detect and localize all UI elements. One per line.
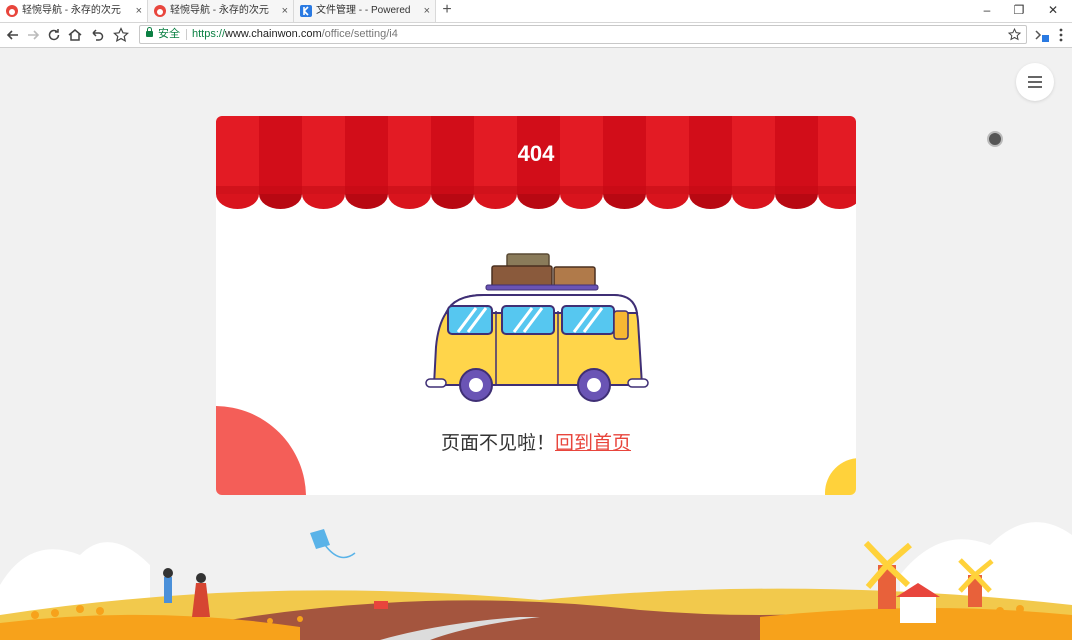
extension-icon[interactable] — [1033, 26, 1051, 44]
undo-icon[interactable] — [88, 26, 106, 44]
camper-van-illustration — [425, 253, 649, 402]
tab-strip: 轻惋导航 - 永存的次元 × 轻惋导航 - 永存的次元 × 文件管理 - - P… — [0, 0, 1072, 23]
decorative-red-circle — [216, 406, 306, 495]
tab-title: 文件管理 - - Powered — [316, 5, 411, 16]
error-card: 404 页面不见啦！回到首页 — [216, 116, 856, 495]
lock-icon — [146, 27, 153, 37]
more-menu-icon[interactable] — [1052, 26, 1070, 44]
tab-3[interactable]: 文件管理 - - Powered × — [294, 0, 436, 22]
close-tab-icon[interactable]: × — [282, 0, 288, 22]
landscape-illustration — [0, 522, 1072, 640]
hamburger-menu-button[interactable] — [1016, 63, 1054, 101]
browser-toolbar: 安全 https://www.chainwon.com/office/setti… — [0, 23, 1072, 48]
not-found-message: 页面不见啦！回到首页 — [216, 428, 856, 455]
home-link[interactable]: 回到首页 — [555, 432, 631, 454]
url-scheme: https:// — [192, 28, 226, 40]
divider — [186, 29, 187, 40]
address-bar[interactable]: 安全 https://www.chainwon.com/office/setti… — [139, 25, 1027, 44]
tab-2[interactable]: 轻惋导航 - 永存的次元 × — [148, 0, 294, 22]
floating-dot-button[interactable] — [987, 131, 1003, 147]
error-code-title: 404 — [517, 141, 555, 166]
minimize-button[interactable]: – — [972, 0, 1002, 22]
tab-1[interactable]: 轻惋导航 - 永存的次元 × — [0, 0, 148, 22]
restore-button[interactable]: ❐ — [1004, 0, 1034, 22]
reload-icon[interactable] — [45, 26, 63, 44]
close-tab-icon[interactable]: × — [136, 0, 142, 22]
close-window-button[interactable]: ✕ — [1038, 0, 1068, 22]
menu-line — [1028, 81, 1042, 83]
security-indicator[interactable]: 安全 — [146, 26, 180, 43]
bookmark-star-icon[interactable] — [1007, 27, 1022, 42]
k-logo-icon — [300, 5, 312, 17]
weibo-like-icon — [6, 5, 18, 17]
weibo-like-icon — [154, 5, 166, 17]
url-host: www.chainwon.com — [225, 28, 322, 40]
decorative-yellow-circle — [825, 458, 856, 495]
star-bookmark-icon[interactable] — [112, 26, 130, 44]
menu-line — [1028, 86, 1042, 88]
url-path: /office/setting/i4 — [321, 28, 398, 40]
close-tab-icon[interactable]: × — [424, 0, 430, 22]
forward-arrow-icon[interactable] — [24, 26, 42, 44]
not-found-text: 页面不见啦！ — [440, 432, 555, 454]
home-icon[interactable] — [66, 26, 84, 44]
url-text[interactable]: https://www.chainwon.com/office/setting/… — [192, 26, 398, 43]
tab-title: 轻惋导航 - 永存的次元 — [22, 5, 121, 16]
back-arrow-icon[interactable] — [4, 26, 22, 44]
tab-title: 轻惋导航 - 永存的次元 — [170, 5, 269, 16]
new-tab-button[interactable]: + — [440, 0, 454, 22]
menu-line — [1028, 76, 1042, 78]
security-label: 安全 — [158, 28, 180, 40]
